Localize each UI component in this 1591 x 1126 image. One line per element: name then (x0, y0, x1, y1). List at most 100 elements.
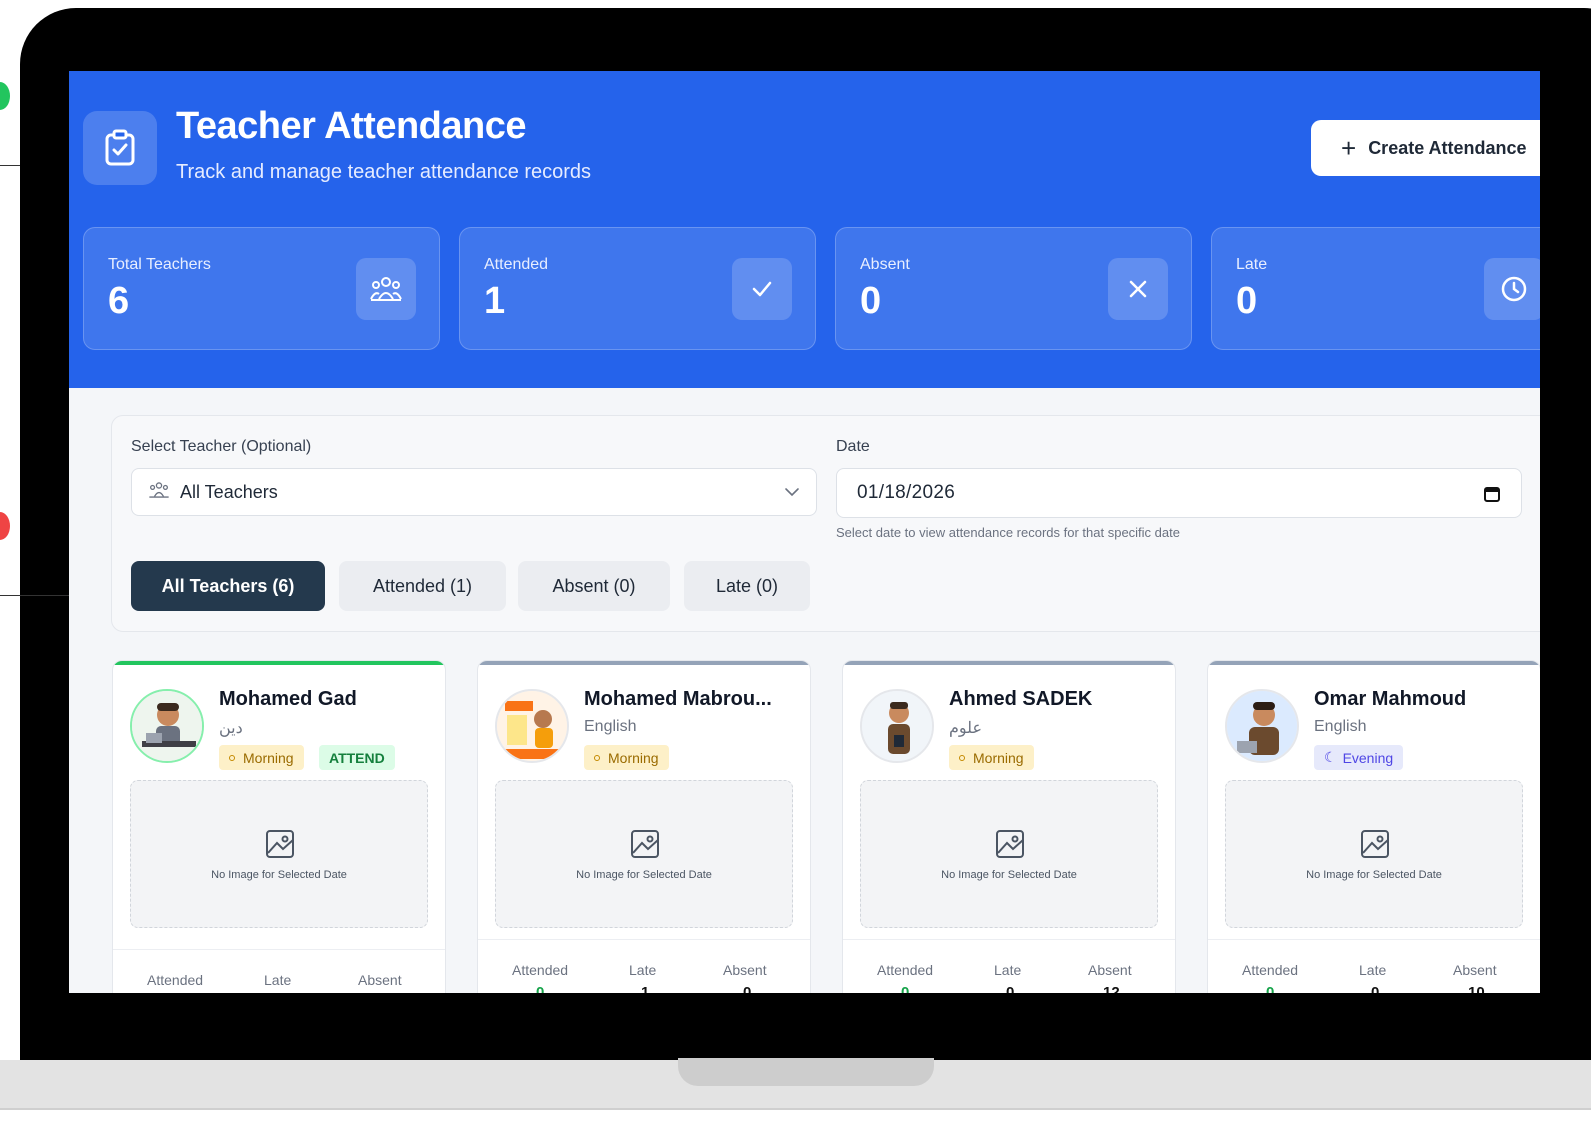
absent-count: 12 (1103, 984, 1120, 993)
app-screen: Teacher Attendance Track and manage teac… (69, 71, 1540, 993)
date-input[interactable]: 01/18/2026 (836, 468, 1522, 518)
teacher-subject: English (1314, 718, 1367, 735)
page-subtitle: Track and manage teacher attendance reco… (176, 161, 592, 183)
no-image-text: No Image for Selected Date (1306, 869, 1442, 881)
tab-late[interactable]: Late (0) (684, 561, 810, 611)
stat-value: 0 (860, 280, 882, 322)
shift-label: Morning (608, 749, 659, 766)
shift-badge: Morning (219, 745, 304, 770)
filter-panel: Select Teacher (Optional) All Teachers D… (111, 415, 1540, 632)
status-badge: ATTEND (319, 745, 395, 770)
absent-count: 0 (743, 984, 752, 993)
absent-label: Absent (1088, 962, 1132, 978)
avatar (1225, 689, 1299, 763)
shift-badge: ☾ Evening (1314, 745, 1404, 770)
attended-label: Attended (147, 972, 204, 988)
clock-icon (1484, 258, 1540, 320)
image-icon (1360, 829, 1390, 864)
avatar (130, 689, 204, 763)
attended-count: 0 (536, 984, 545, 993)
card-accent-bar (843, 661, 1175, 665)
shift-label: Morning (243, 749, 294, 766)
tab-all-teachers[interactable]: All Teachers (6) (131, 561, 325, 611)
date-help-text: Select date to view attendance records f… (836, 525, 1180, 540)
stat-value: 6 (108, 280, 130, 322)
no-image-text: No Image for Selected Date (576, 869, 712, 881)
sun-icon (229, 754, 235, 761)
sun-icon (594, 754, 600, 761)
attendance-image-placeholder: No Image for Selected Date (495, 780, 793, 928)
teacher-name: Ahmed SADEK (949, 688, 1093, 710)
attended-label: Attended (512, 962, 569, 978)
shift-badge: Morning (949, 745, 1034, 770)
users-icon (148, 481, 170, 504)
annotation-dot-red (0, 512, 10, 540)
users-icon (356, 258, 416, 320)
page-title: Teacher Attendance (176, 105, 527, 147)
absent-label: Absent (1453, 962, 1497, 978)
no-image-text: No Image for Selected Date (941, 869, 1077, 881)
stat-label: Late (1236, 256, 1268, 273)
late-count: 0 (1006, 984, 1015, 993)
image-icon (630, 829, 660, 864)
stat-value: 1 (484, 280, 506, 322)
image-icon (995, 829, 1025, 864)
plus-icon: + (1341, 133, 1357, 163)
late-label: Late (629, 962, 657, 978)
chevron-down-icon (782, 482, 802, 507)
laptop-notch (678, 1058, 934, 1086)
stat-label: Total Teachers (108, 256, 211, 273)
absent-label: Absent (358, 972, 402, 988)
calendar-icon[interactable] (1483, 485, 1501, 508)
annotation-dot-green (0, 82, 10, 110)
stat-label: Attended (484, 256, 549, 273)
attendance-image-placeholder: No Image for Selected Date (860, 780, 1158, 928)
sun-icon (959, 754, 965, 761)
attended-count: 0 (901, 984, 910, 993)
card-accent-bar (1208, 661, 1540, 665)
page-header: Teacher Attendance Track and manage teac… (69, 71, 1540, 388)
no-image-text: No Image for Selected Date (211, 869, 347, 881)
stat-label: Absent (860, 256, 910, 273)
late-count: 1 (641, 984, 650, 993)
teacher-card[interactable]: Omar Mahmoud English ☾ Evening No Image f… (1207, 660, 1540, 993)
teacher-name: Mohamed Mabrou... (584, 688, 772, 710)
create-attendance-label: Create Attendance (1368, 137, 1527, 158)
teacher-card[interactable]: Mohamed Mabrou... English Morning No Ima… (477, 660, 811, 993)
late-count: 0 (1371, 984, 1380, 993)
teacher-subject: دين (219, 720, 243, 737)
create-attendance-button[interactable]: + Create Attendance (1311, 120, 1540, 176)
divider (113, 949, 445, 950)
teacher-select-value: All Teachers (180, 481, 278, 502)
divider (478, 939, 810, 940)
card-accent-bar (113, 661, 445, 665)
annotation-line (0, 165, 20, 166)
stat-card-absent: Absent 0 (835, 227, 1192, 350)
avatar (495, 689, 569, 763)
divider (1208, 939, 1540, 940)
stat-card-late: Late 0 (1211, 227, 1540, 350)
late-label: Late (1359, 962, 1387, 978)
stat-card-attended: Attended 1 (459, 227, 816, 350)
laptop-mockup: Teacher Attendance Track and manage teac… (0, 0, 1591, 1126)
attended-label: Attended (1242, 962, 1299, 978)
close-icon (1108, 258, 1168, 320)
tab-absent[interactable]: Absent (0) (518, 561, 670, 611)
teacher-select[interactable]: All Teachers (131, 468, 817, 516)
divider (843, 939, 1175, 940)
teacher-subject: علوم (949, 720, 983, 737)
late-label: Late (264, 972, 292, 988)
attendance-image-placeholder: No Image for Selected Date (130, 780, 428, 928)
teacher-card[interactable]: Mohamed Gad دين Morning ATTEND No Image … (112, 660, 446, 993)
moon-icon: ☾ (1324, 749, 1337, 765)
shift-label: Evening (1342, 749, 1394, 766)
date-value: 01/18/2026 (857, 482, 956, 503)
tab-attended[interactable]: Attended (1) (339, 561, 506, 611)
absent-count: 10 (1468, 984, 1485, 993)
teacher-card[interactable]: Ahmed SADEK علوم Morning No Image for Se… (842, 660, 1176, 993)
attendance-image-placeholder: No Image for Selected Date (1225, 780, 1523, 928)
check-icon (732, 258, 792, 320)
image-icon (265, 829, 295, 864)
stat-card-total: Total Teachers 6 (83, 227, 440, 350)
teacher-name: Mohamed Gad (219, 688, 357, 710)
